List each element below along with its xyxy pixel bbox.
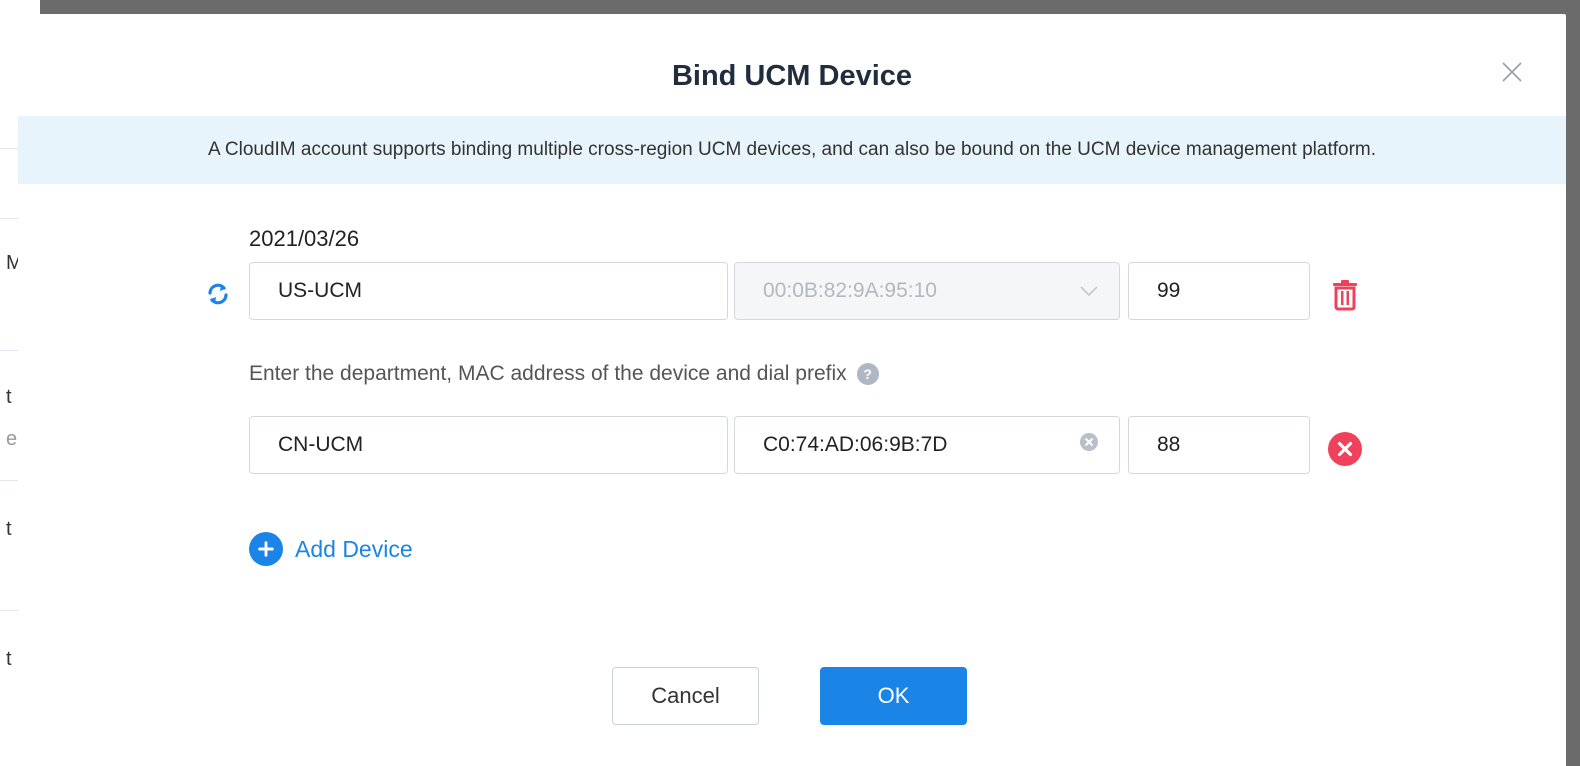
add-device-button[interactable]: Add Device [249,532,413,566]
refresh-icon[interactable] [204,280,232,308]
bound-mac-select: 00:0B:82:9A:95:10 [734,262,1120,320]
help-icon[interactable]: ? [856,363,879,385]
info-banner: A CloudIM account supports binding multi… [18,116,1566,184]
bg-text: t [6,386,12,408]
cancel-button[interactable]: Cancel [612,667,759,725]
trash-icon[interactable] [1330,279,1360,311]
prefix-input-value: 88 [1157,433,1181,456]
close-icon [1502,62,1522,82]
clear-icon[interactable] [1079,432,1099,458]
plus-icon [249,532,283,566]
bound-mac-value: 00:0B:82:9A:95:10 [763,279,937,302]
info-banner-text: A CloudIM account supports binding multi… [207,139,1377,160]
remove-icon[interactable] [1328,432,1362,466]
ok-button[interactable]: OK [820,667,967,725]
close-button[interactable] [1498,58,1526,86]
department-input[interactable]: CN-UCM [249,416,728,474]
bg-text: t [6,518,12,540]
bound-prefix-value: 99 [1157,279,1181,302]
bg-text: t [6,648,12,670]
bound-department-value: US-UCM [278,279,362,302]
input-hint: Enter the department, MAC address of the… [249,362,879,386]
add-device-label: Add Device [295,535,413,562]
bound-department-field[interactable]: US-UCM [249,262,728,320]
bound-date: 2021/03/26 [249,226,360,251]
chevron-down-icon [1079,279,1099,303]
bind-ucm-dialog: Bind UCM Device A CloudIM account suppor… [18,14,1566,766]
mac-input[interactable]: C0:74:AD:06:9B:7D [734,416,1120,474]
input-hint-text: Enter the department, MAC address of the… [249,362,847,385]
dialog-title: Bind UCM Device [671,60,913,92]
prefix-input[interactable]: 88 [1128,416,1310,474]
mac-input-value: C0:74:AD:06:9B:7D [763,433,948,456]
bound-prefix-field[interactable]: 99 [1128,262,1310,320]
bg-text: e [6,428,18,450]
department-input-value: CN-UCM [278,433,364,456]
